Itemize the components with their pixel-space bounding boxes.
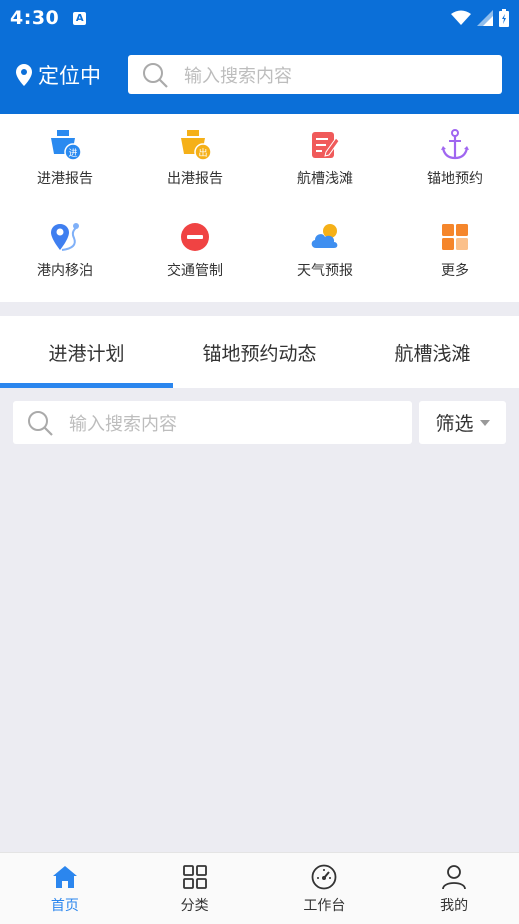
quick-action-label: 航槽浅滩	[297, 171, 353, 187]
header-search-placeholder: 输入搜索内容	[184, 65, 292, 87]
nav-workbench[interactable]: 工作台	[260, 853, 390, 924]
quick-action-arrival-report[interactable]: 进 进港报告	[0, 114, 130, 204]
ship-in-icon: 进	[51, 130, 82, 161]
status-icons	[451, 9, 509, 27]
tab-label: 航槽浅滩	[394, 342, 471, 365]
quick-action-departure-report[interactable]: 出 出港报告	[130, 114, 260, 204]
anchor-icon	[441, 129, 469, 160]
nav-label: 首页	[50, 897, 79, 914]
quick-action-berth-shift[interactable]: 港内移泊	[0, 206, 130, 296]
bottom-nav: 首页 分类 工作台 我的	[0, 852, 519, 924]
nav-label: 工作台	[303, 897, 346, 914]
header-search-input[interactable]: 输入搜索内容	[128, 55, 502, 94]
battery-icon	[499, 9, 509, 27]
app-screen: 4:30 A 定位中 输入搜索内容 进 进港报告 出 出港报告 航槽浅滩 锚地预…	[0, 0, 519, 924]
location-selector[interactable]: 定位中	[16, 60, 101, 90]
chevron-down-icon	[479, 419, 490, 426]
dashboard-icon	[311, 864, 337, 889]
list-search-placeholder: 输入搜索内容	[69, 413, 177, 435]
home-icon	[52, 865, 77, 888]
more-grid-icon	[442, 224, 468, 250]
weather-icon	[311, 224, 338, 248]
nav-home[interactable]: 首页	[0, 853, 130, 924]
quick-actions-grid: 进 进港报告 出 出港报告 航槽浅滩 锚地预约 港内移泊 交通管制 天气预报 更…	[0, 114, 519, 302]
tab-anchorage-booking-status[interactable]: 锚地预约动态	[173, 316, 346, 388]
search-icon	[28, 410, 53, 436]
quick-action-label: 进港报告	[37, 171, 93, 187]
filter-label: 筛选	[435, 413, 474, 435]
quick-action-label: 锚地预约	[427, 171, 483, 187]
quick-action-weather[interactable]: 天气预报	[260, 206, 390, 296]
category-icon	[182, 864, 207, 889]
channel-edit-icon	[312, 132, 340, 158]
app-header: 定位中 输入搜索内容	[0, 36, 519, 114]
tab-arrival-plan[interactable]: 进港计划	[0, 316, 173, 388]
tab-active-indicator	[0, 383, 173, 388]
tab-label: 锚地预约动态	[202, 342, 317, 365]
nav-label: 我的	[440, 897, 469, 914]
quick-action-anchorage-booking[interactable]: 锚地预约	[390, 114, 519, 204]
tab-label: 进港计划	[48, 342, 125, 365]
ship-out-icon: 出	[181, 130, 212, 161]
quick-action-traffic-control[interactable]: 交通管制	[130, 206, 260, 296]
quick-action-label: 交通管制	[167, 263, 223, 279]
search-icon	[143, 62, 168, 88]
no-entry-icon	[181, 223, 209, 251]
wifi-icon	[451, 10, 471, 25]
status-time: 4:30	[10, 7, 60, 29]
quick-action-more[interactable]: 更多	[390, 206, 519, 296]
svg-text:进: 进	[68, 148, 77, 159]
signal-icon	[477, 10, 493, 26]
tab-channel-shoal[interactable]: 航槽浅滩	[346, 316, 519, 388]
quick-action-label: 港内移泊	[37, 263, 93, 279]
nav-category[interactable]: 分类	[130, 853, 260, 924]
content-tabs: 进港计划 锚地预约动态 航槽浅滩	[0, 316, 519, 388]
nav-profile[interactable]: 我的	[389, 853, 519, 924]
filter-button[interactable]: 筛选	[419, 401, 506, 444]
nav-label: 分类	[180, 897, 209, 914]
location-pin-icon	[16, 64, 32, 86]
location-label: 定位中	[38, 64, 101, 88]
quick-action-label: 天气预报	[297, 263, 353, 279]
profile-icon	[442, 864, 467, 889]
quick-action-label: 更多	[441, 263, 469, 279]
list-search-input[interactable]: 输入搜索内容	[13, 401, 412, 444]
svg-text:出: 出	[198, 147, 207, 159]
notification-icon: A	[73, 11, 87, 25]
route-pin-icon	[51, 223, 79, 251]
status-bar: 4:30 A	[0, 0, 519, 36]
quick-action-channel-shoal[interactable]: 航槽浅滩	[260, 114, 390, 204]
quick-action-label: 出港报告	[167, 171, 223, 187]
